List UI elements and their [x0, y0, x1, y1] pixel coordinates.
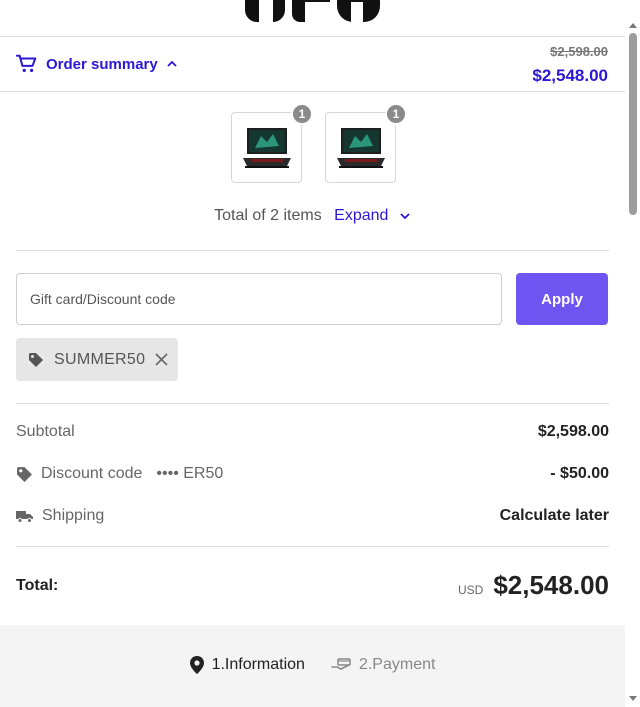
discount-label: Discount code [41, 465, 143, 482]
chevron-down-icon [400, 213, 410, 220]
subtotal-row: Subtotal $2,598.00 [16, 423, 609, 441]
total-value: $2,548.00 [493, 570, 609, 600]
truck-icon [16, 511, 33, 523]
item-thumbnail[interactable]: 1 [325, 103, 407, 183]
quantity-badge: 1 [291, 103, 313, 125]
discount-label-group: Discount code •••• ER50 [16, 465, 223, 483]
laptop-image [242, 127, 291, 168]
scroll-up-arrow-icon[interactable] [629, 23, 637, 28]
total-amount: USD $2,548.00 [458, 570, 609, 601]
tag-icon [17, 466, 32, 482]
step-payment[interactable]: 2.Payment [331, 656, 435, 674]
scroll-thumb[interactable] [629, 33, 637, 215]
apply-button[interactable]: Apply [516, 273, 608, 325]
total-label: Total: [16, 576, 59, 594]
shipping-label-group: Shipping [16, 507, 104, 525]
applied-code-label: SUMMER50 [54, 350, 146, 368]
subtotal-label: Subtotal [16, 423, 75, 440]
discount-value: - $50.00 [550, 465, 609, 482]
shipping-row: Shipping Calculate later [16, 507, 609, 525]
currency-code: USD [457, 583, 484, 597]
shipping-label: Shipping [42, 507, 105, 524]
divider [16, 546, 609, 547]
order-summary-header: Order summary $2,598.00 $2,548.00 [0, 36, 625, 92]
tag-icon [29, 352, 43, 367]
shipping-value: Calculate later [499, 507, 609, 524]
item-thumbnail[interactable]: 1 [231, 103, 313, 183]
discount-masked-code: •••• ER50 [156, 465, 224, 482]
total-row: Total: USD $2,548.00 [16, 570, 609, 601]
scroll-down-arrow-icon[interactable] [629, 696, 637, 701]
cart-icon [16, 54, 37, 73]
discount-code-input[interactable] [16, 273, 502, 325]
gpd-logo[interactable] [245, 0, 380, 22]
order-summary-label: Order summary [46, 55, 158, 73]
remove-code-button[interactable] [155, 353, 168, 366]
scrollbar[interactable] [625, 0, 640, 707]
step-information-label: 1.Information [211, 656, 305, 673]
expand-label: Expand [334, 207, 389, 224]
final-price: $2,548.00 [532, 66, 608, 85]
discount-row: Discount code •••• ER50 - $50.00 [16, 465, 609, 483]
expand-button[interactable]: Expand [334, 207, 411, 224]
step-payment-label: 2.Payment [358, 656, 436, 673]
applied-discount-chip: SUMMER50 [16, 338, 179, 381]
original-price: $2,598.00 [550, 44, 608, 59]
payment-hand-icon [331, 658, 351, 670]
item-thumbnails: 1 1 [231, 103, 407, 183]
close-icon [155, 353, 168, 366]
laptop-image [336, 127, 385, 168]
divider [16, 250, 609, 251]
total-items-label: Total of 2 items [214, 207, 322, 224]
checkout-steps: 1.Information 2.Payment [0, 625, 625, 707]
quantity-badge: 1 [385, 103, 407, 125]
divider [16, 403, 609, 404]
step-information[interactable]: 1.Information [189, 656, 305, 674]
order-summary-toggle[interactable]: Order summary [16, 53, 178, 75]
items-summary: Total of 2 items Expand [0, 207, 625, 225]
subtotal-value: $2,598.00 [537, 423, 609, 440]
chevron-up-icon [167, 60, 177, 67]
location-pin-icon [189, 656, 204, 674]
